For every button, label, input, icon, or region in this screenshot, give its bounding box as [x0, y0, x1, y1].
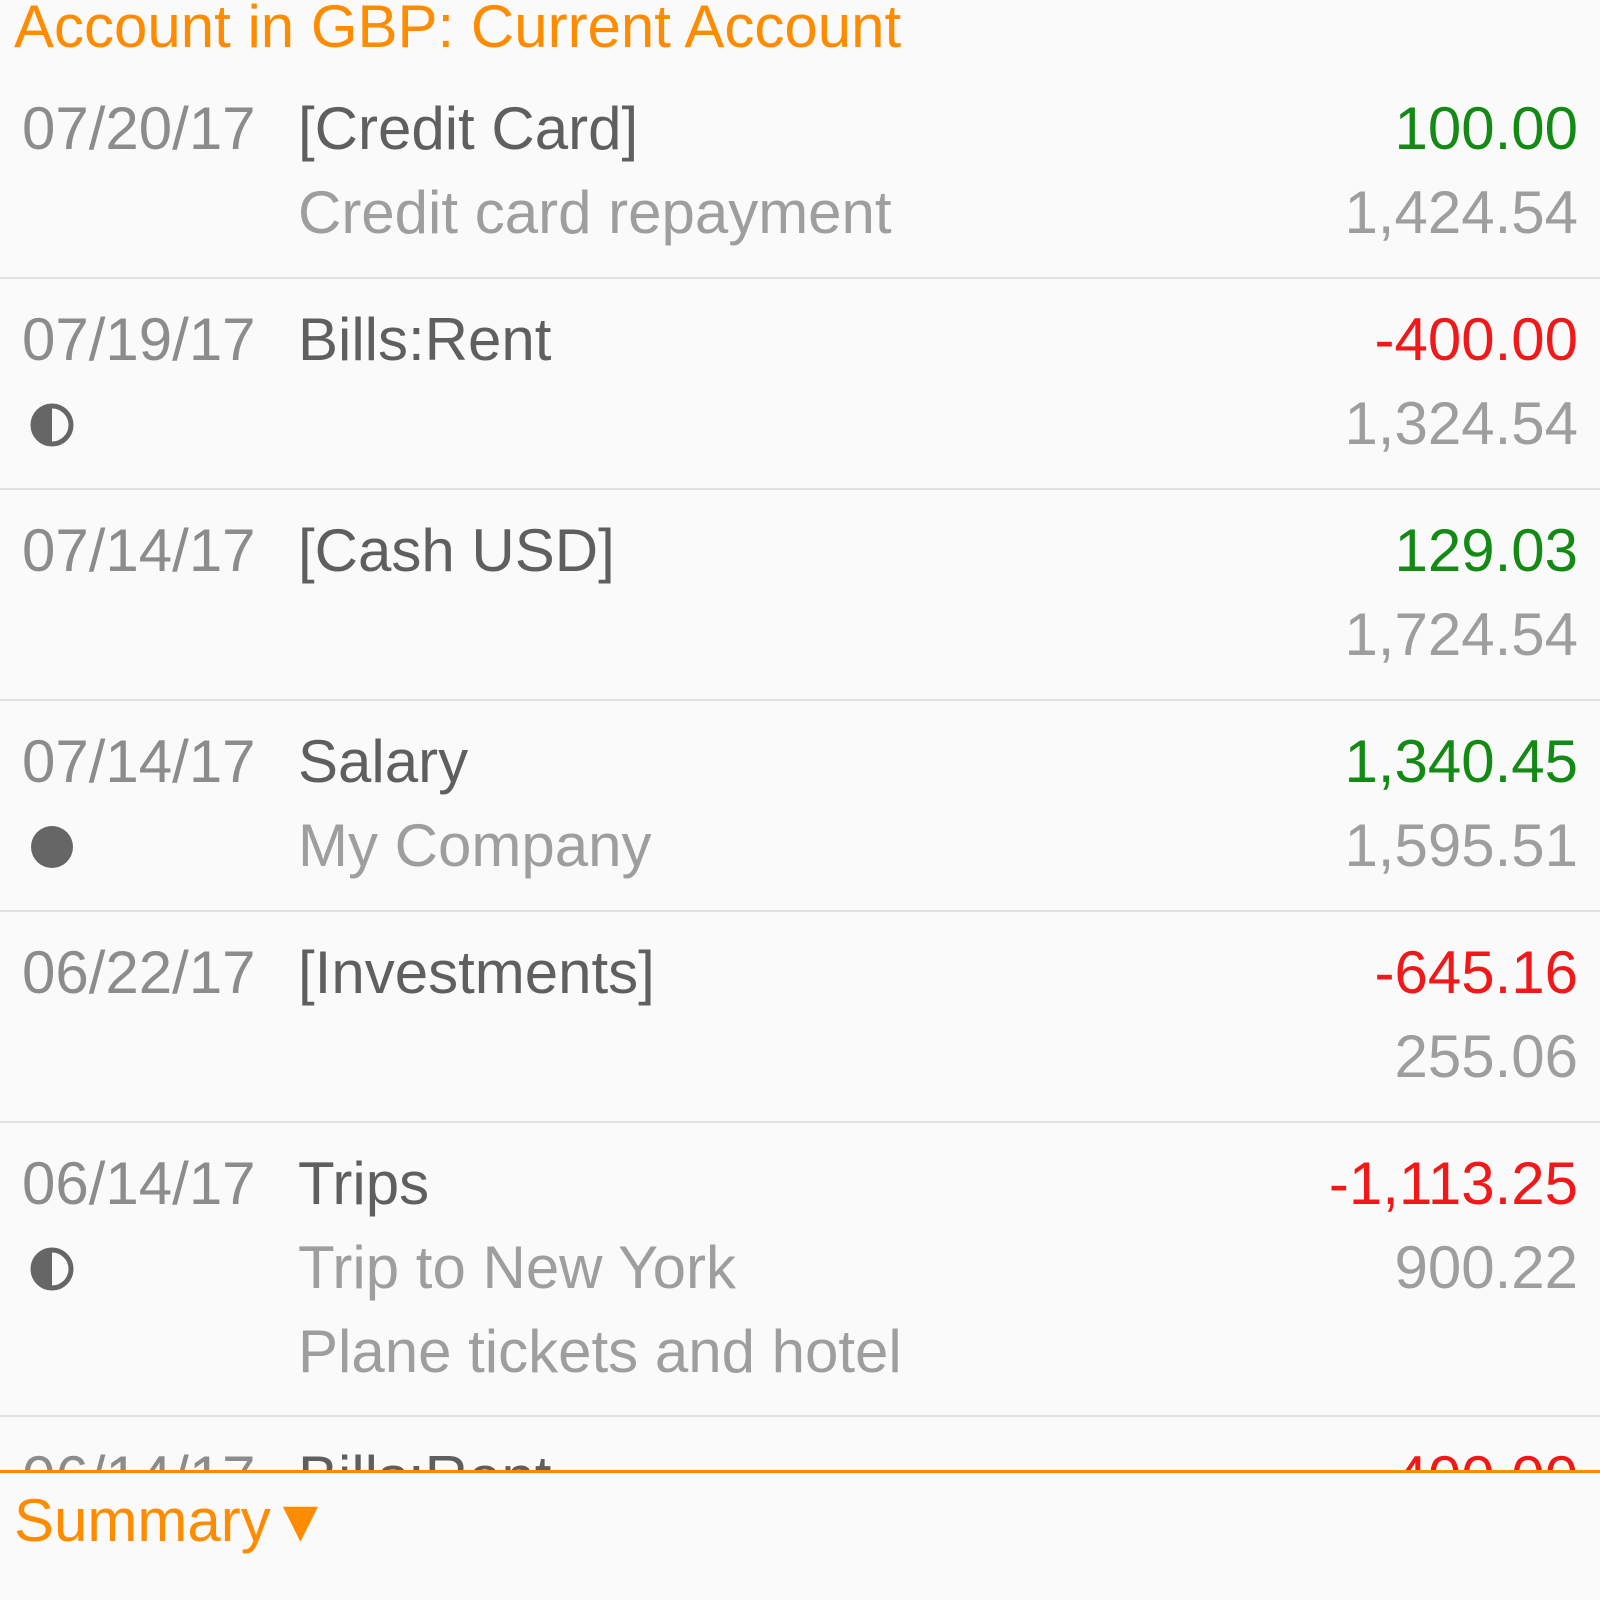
transaction-list[interactable]: 07/20/17 [Credit Card] Credit card repayme…: [0, 68, 1600, 1600]
transaction-date: 06/22/17: [22, 939, 256, 1006]
transaction-date: 07/19/17: [22, 306, 256, 373]
account-title: Account in GBP: Current Account: [14, 0, 902, 60]
transaction-payee: My Company: [298, 812, 652, 879]
half-circle-icon: [30, 403, 74, 447]
transaction-amount: -400.00: [1374, 306, 1579, 373]
transaction-date: 07/14/17: [22, 728, 256, 795]
transaction-list-screen: Account in GBP: Current Account 07/20/17…: [0, 0, 1600, 1600]
half-circle-icon: [30, 1247, 74, 1291]
running-balance: 1,424.54: [1344, 179, 1578, 246]
transaction-payee: Trip to New York: [298, 1234, 736, 1301]
summary-bar: Summary▼: [0, 1470, 1600, 1600]
transaction-row[interactable]: 07/14/17 [Cash USD] 129.03 1,724.54: [0, 490, 1600, 701]
transaction-row[interactable]: 07/14/17 Salary My Company 1,340.45 1,595.51: [0, 701, 1600, 912]
transaction-row[interactable]: 07/20/17 [Credit Card] Credit card repayme…: [0, 68, 1600, 279]
transaction-category: [Investments]: [298, 939, 655, 1006]
running-balance: 255.06: [1394, 1023, 1578, 1090]
transaction-row[interactable]: 06/14/17 Trips Trip to New York Plane ticke…: [0, 1123, 1600, 1417]
transaction-category: Trips: [298, 1150, 430, 1217]
transaction-date: 06/14/17: [22, 1150, 256, 1217]
transaction-row[interactable]: 07/19/17 Bills:Rent -400.00 1,324.54: [0, 279, 1600, 490]
chevron-down-icon: ▼: [270, 1487, 331, 1554]
transaction-category: [Credit Card]: [298, 95, 639, 162]
running-balance: 1,324.54: [1344, 390, 1578, 457]
filled-circle-icon: [30, 825, 74, 869]
transaction-payee: Credit card repayment: [298, 179, 892, 246]
summary-label: Summary: [14, 1487, 271, 1554]
transaction-amount: 100.00: [1394, 95, 1578, 162]
transaction-category: [Cash USD]: [298, 517, 615, 584]
transaction-category: Bills:Rent: [298, 306, 552, 373]
transaction-date: 07/20/17: [22, 95, 256, 162]
running-balance: 1,595.51: [1344, 812, 1578, 879]
transaction-amount: -1,113.25: [1328, 1150, 1578, 1217]
transaction-amount: 129.03: [1394, 517, 1578, 584]
running-balance: 900.22: [1394, 1234, 1578, 1301]
summary-toggle-button[interactable]: Summary▼: [14, 1481, 330, 1561]
transaction-row[interactable]: 06/22/17 [Investments] -645.16 255.06: [0, 912, 1600, 1123]
transaction-amount: 1,340.45: [1344, 728, 1578, 795]
running-balance: 1,724.54: [1344, 601, 1578, 668]
transaction-category: Salary: [298, 728, 469, 795]
account-header: Account in GBP: Current Account: [0, 0, 1600, 62]
transaction-amount: -645.16: [1374, 939, 1579, 1006]
transaction-date: 07/14/17: [22, 517, 256, 584]
transaction-note: Plane tickets and hotel: [298, 1318, 902, 1385]
